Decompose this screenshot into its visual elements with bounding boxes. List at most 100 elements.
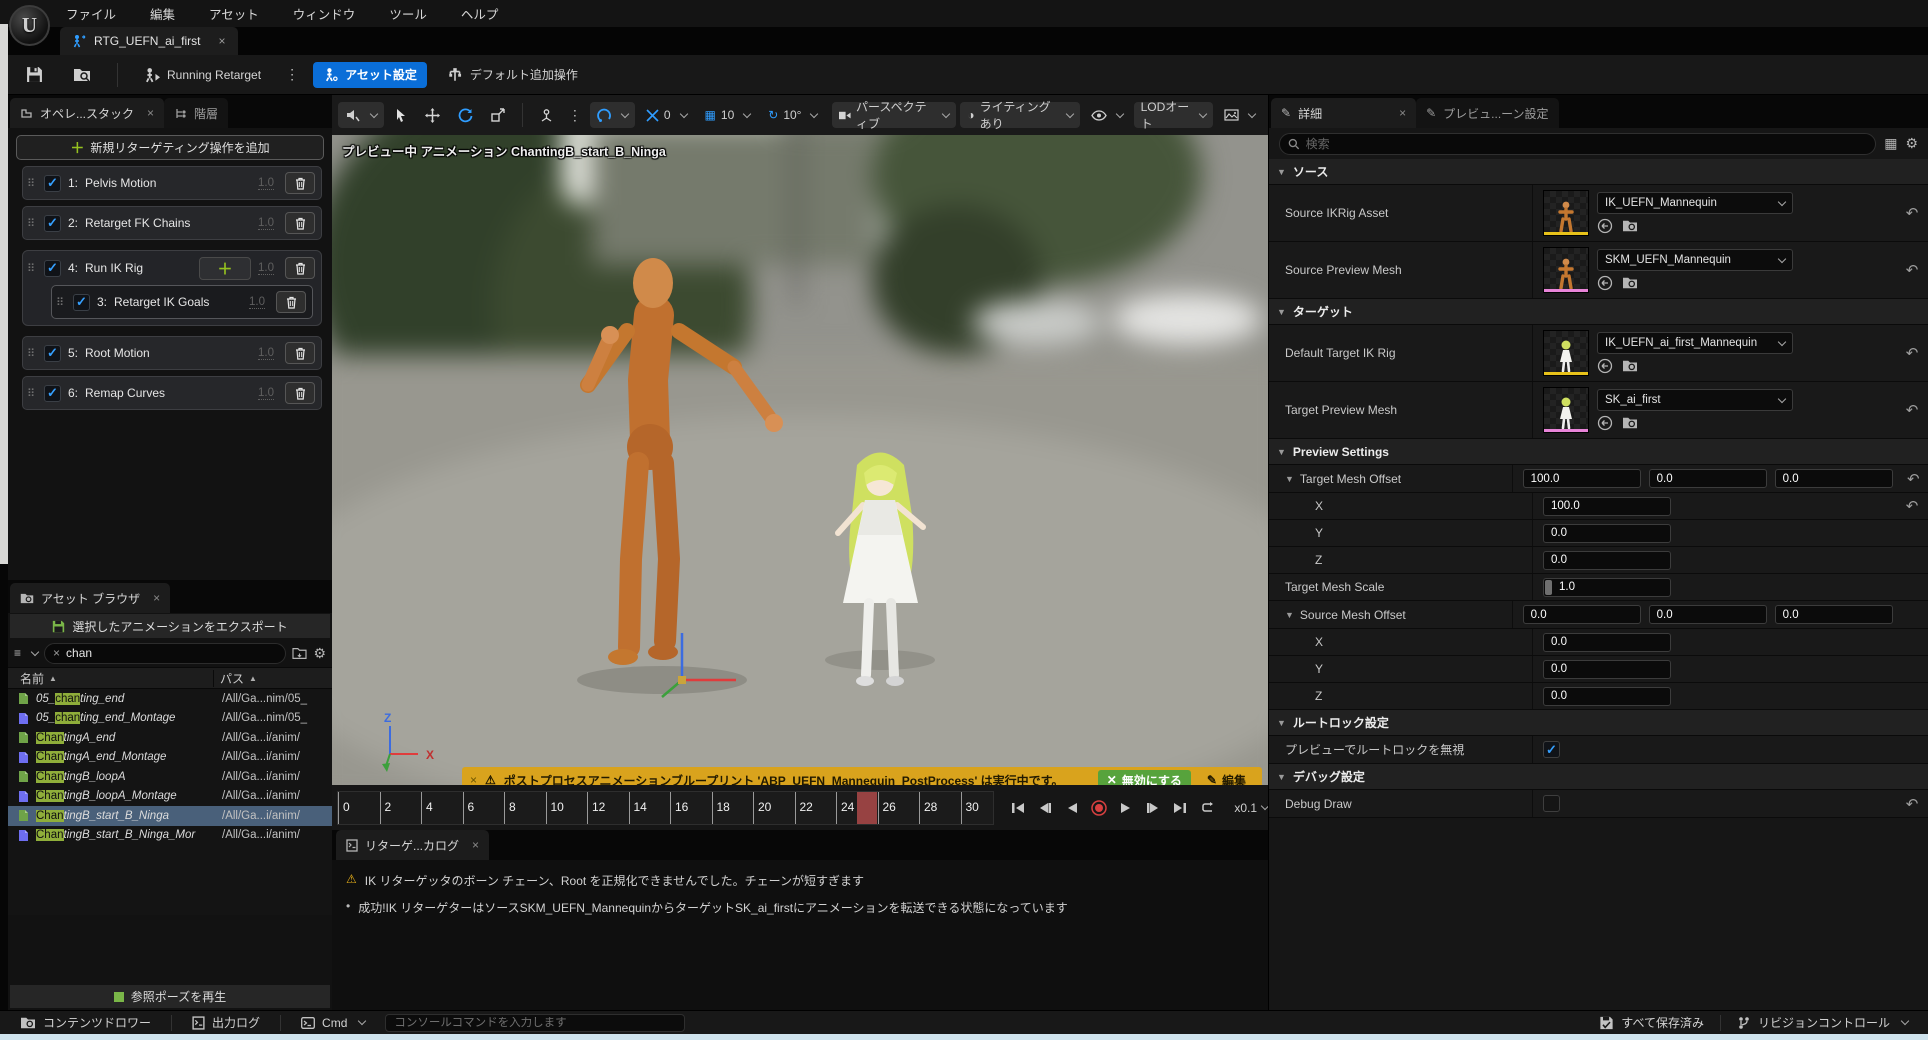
delete-op-button[interactable] (285, 212, 315, 234)
tab-asset-browser[interactable]: アセット ブラウザ × (10, 583, 170, 613)
section-root-lock[interactable]: ▼ルートロック設定 (1269, 710, 1928, 736)
asset-settings-button[interactable]: アセット設定 (313, 62, 427, 88)
cmd-dropdown[interactable]: Cmd (289, 1011, 377, 1035)
play-reverse-button[interactable] (1062, 799, 1082, 817)
asset-thumbnail[interactable] (1543, 190, 1589, 236)
target-mesh-dropdown[interactable]: SK_ai_first (1597, 389, 1793, 411)
viewport-options-button[interactable] (338, 102, 384, 128)
log-tab-close-icon[interactable]: × (472, 838, 479, 852)
export-animation-button[interactable]: 選択したアニメーションをエクスポート (10, 614, 330, 638)
tab-preview-scene-settings[interactable]: ✎ プレビュ...ーン設定 (1416, 98, 1558, 128)
op-checkbox[interactable]: ✓ (44, 385, 61, 402)
delete-op-button[interactable] (285, 257, 315, 279)
op-weight[interactable]: 1.0 (249, 296, 265, 309)
scale-field[interactable]: 1.0 (1543, 578, 1671, 597)
list-item[interactable]: 05_chanting_end /All/Ga...nim/05_ (8, 689, 332, 709)
column-path[interactable]: パス▲ (214, 670, 332, 687)
content-drawer-button[interactable]: コンテンツドロワー (8, 1011, 163, 1035)
browse-to-asset-icon[interactable] (1622, 219, 1638, 233)
delete-op-button[interactable] (285, 382, 315, 404)
lit-mode-dropdown[interactable]: ◑ ライティングあり (960, 102, 1079, 128)
section-source[interactable]: ▼ソース (1269, 159, 1928, 185)
offset-y-field[interactable]: 0.0 (1649, 469, 1767, 488)
tab-retarget-log[interactable]: リターゲ...カログ × (336, 830, 489, 860)
list-item-selected[interactable]: ChantingB_start_B_Ninga /All/Ga...i/anim… (8, 806, 332, 826)
reset-to-default-icon[interactable]: ↶ (1896, 493, 1928, 519)
browse-to-asset-icon[interactable] (1622, 276, 1638, 290)
target-ikrig-dropdown[interactable]: IK_UEFN_ai_first_Mannequin (1597, 332, 1793, 354)
op-checkbox[interactable]: ✓ (44, 215, 61, 232)
list-item[interactable]: ChantingA_end /All/Ga...i/anim/ (8, 728, 332, 748)
offset-x-field[interactable]: 100.0 (1523, 469, 1641, 488)
screenshot-dropdown[interactable] (1217, 102, 1262, 128)
revision-control-button[interactable]: リビジョンコントロール (1725, 1011, 1920, 1035)
use-selected-icon[interactable] (1597, 275, 1613, 291)
op-weight[interactable]: 1.0 (258, 347, 274, 360)
location-snap-button[interactable]: 0 (639, 102, 694, 128)
menu-edit[interactable]: 編集 (150, 4, 175, 23)
playback-speed-dropdown[interactable]: x0.1 (1234, 801, 1268, 815)
console-command-input[interactable] (385, 1014, 685, 1032)
x-value-field[interactable]: 100.0 (1543, 497, 1671, 516)
details-tab-close-icon[interactable]: × (1399, 106, 1406, 120)
asset-browser-tab-close-icon[interactable]: × (153, 591, 160, 605)
asset-search-input[interactable]: × chan (44, 643, 286, 664)
loop-button[interactable] (1197, 799, 1217, 817)
reset-to-default-icon[interactable]: ↶ (1896, 242, 1928, 298)
op-checkbox[interactable]: ✓ (44, 260, 61, 277)
delete-op-button[interactable] (285, 342, 315, 364)
perspective-dropdown[interactable]: パースペクティブ (832, 102, 956, 128)
reset-to-default-icon[interactable]: ↶ (1896, 185, 1928, 241)
browse-to-asset-icon[interactable] (1622, 416, 1638, 430)
section-preview-settings[interactable]: ▼Preview Settings (1269, 439, 1928, 465)
delete-op-button[interactable] (285, 172, 315, 194)
offset-y-field[interactable]: 0.0 (1649, 605, 1767, 624)
menu-file[interactable]: ファイル (66, 4, 116, 23)
snap-toggle-button[interactable] (590, 102, 635, 128)
use-selected-icon[interactable] (1597, 358, 1613, 374)
lod-dropdown[interactable]: LODオート (1134, 102, 1213, 128)
record-button[interactable] (1089, 799, 1109, 817)
go-to-end-button[interactable] (1170, 799, 1190, 817)
add-retarget-op-button[interactable]: ＋ 新規リターゲティング操作を追加 (16, 135, 324, 160)
save-button[interactable] (16, 62, 53, 88)
step-forward-button[interactable] (1143, 799, 1163, 817)
op-checkbox[interactable]: ✓ (44, 175, 61, 192)
op-weight[interactable]: 1.0 (258, 262, 274, 275)
reset-to-default-icon[interactable]: ↶ (1896, 382, 1928, 438)
scale-tool-button[interactable] (484, 102, 512, 128)
asset-thumbnail[interactable] (1543, 387, 1589, 433)
op-row-root-motion[interactable]: ⠿ ✓ 5: Root Motion 1.0 (22, 336, 322, 370)
save-dirty-icon[interactable] (292, 647, 307, 660)
list-item[interactable]: ChantingB_loopA_Montage /All/Ga...i/anim… (8, 787, 332, 807)
tab-op-stack[interactable]: オペレ...スタック × (10, 98, 164, 128)
tool-kebab-icon[interactable]: ⋮ (564, 107, 586, 124)
section-debug[interactable]: ▼デバッグ設定 (1269, 764, 1928, 790)
tab-details[interactable]: ✎ 詳細 × (1271, 98, 1416, 128)
section-target[interactable]: ▼ターゲット (1269, 299, 1928, 325)
running-retarget-button[interactable]: Running Retarget (134, 62, 271, 88)
reset-to-default-icon[interactable]: ↶ (1896, 790, 1928, 817)
disable-postprocess-button[interactable]: ✕無効にする (1098, 770, 1191, 785)
browse-button[interactable] (63, 62, 101, 88)
op-weight[interactable]: 1.0 (258, 217, 274, 230)
expander-icon[interactable]: ▼ (1285, 610, 1294, 620)
edit-postprocess-button[interactable]: ✎編集 (1199, 772, 1254, 786)
play-button[interactable] (1116, 799, 1136, 817)
list-item[interactable]: ChantingA_end_Montage /All/Ga...i/anim/ (8, 748, 332, 768)
console-field[interactable] (394, 1017, 676, 1029)
menu-tools[interactable]: ツール (389, 4, 427, 23)
details-search-field[interactable] (1306, 137, 1868, 151)
source-mesh-dropdown[interactable]: SKM_UEFN_Mannequin (1597, 249, 1793, 271)
op-row-pelvis-motion[interactable]: ⠿ ✓ 1: Pelvis Motion 1.0 (22, 166, 322, 200)
step-back-button[interactable] (1035, 799, 1055, 817)
rotate-tool-button[interactable] (451, 102, 480, 128)
browse-to-asset-icon[interactable] (1622, 359, 1638, 373)
add-child-op-button[interactable]: ＋ (199, 257, 251, 280)
log-warning-line[interactable]: ⚠ IK リターゲッタのボーン チェーン、Root を正規化できませんでした。チ… (346, 872, 1254, 889)
drag-handle-icon[interactable]: ⠿ (27, 262, 37, 275)
go-to-start-button[interactable] (1008, 799, 1028, 817)
drag-handle-icon[interactable]: ⠿ (27, 387, 37, 400)
y-value-field[interactable]: 0.0 (1543, 660, 1671, 679)
warning-close-icon[interactable]: × (470, 773, 477, 785)
